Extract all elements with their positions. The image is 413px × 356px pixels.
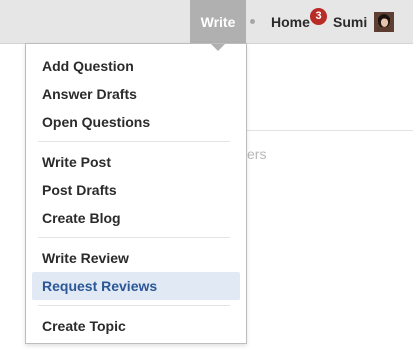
menu-item-open-questions[interactable]: Open Questions — [32, 108, 240, 136]
page-divider — [246, 130, 413, 131]
user-name-link[interactable]: Sumi — [333, 0, 367, 44]
menu-separator — [38, 141, 230, 142]
menu-item-create-blog[interactable]: Create Blog — [32, 204, 240, 232]
menu-item-post-drafts[interactable]: Post Drafts — [32, 176, 240, 204]
write-dropdown-menu: Add Question Answer Drafts Open Questions W… — [25, 43, 247, 344]
menu-separator — [38, 305, 230, 306]
write-menu-label: Write — [200, 14, 236, 30]
write-menu-pointer — [211, 44, 225, 51]
page-partial-text: ers — [247, 146, 267, 162]
menu-item-write-post[interactable]: Write Post — [32, 148, 240, 176]
menu-item-write-review[interactable]: Write Review — [32, 244, 240, 272]
menu-separator — [38, 237, 230, 238]
write-menu-button[interactable]: Write — [190, 0, 246, 51]
home-link[interactable]: Home — [271, 0, 310, 44]
nav-separator-dot — [250, 19, 255, 24]
avatar-image — [374, 12, 394, 32]
menu-item-add-question[interactable]: Add Question — [32, 52, 240, 80]
notification-badge[interactable]: 3 — [310, 8, 327, 25]
menu-item-request-reviews[interactable]: Request Reviews — [32, 272, 240, 300]
top-nav-bar: Write Home 3 Sumi — [0, 0, 413, 51]
avatar[interactable] — [374, 12, 394, 32]
menu-item-create-topic[interactable]: Create Topic — [32, 312, 240, 340]
menu-item-answer-drafts[interactable]: Answer Drafts — [32, 80, 240, 108]
